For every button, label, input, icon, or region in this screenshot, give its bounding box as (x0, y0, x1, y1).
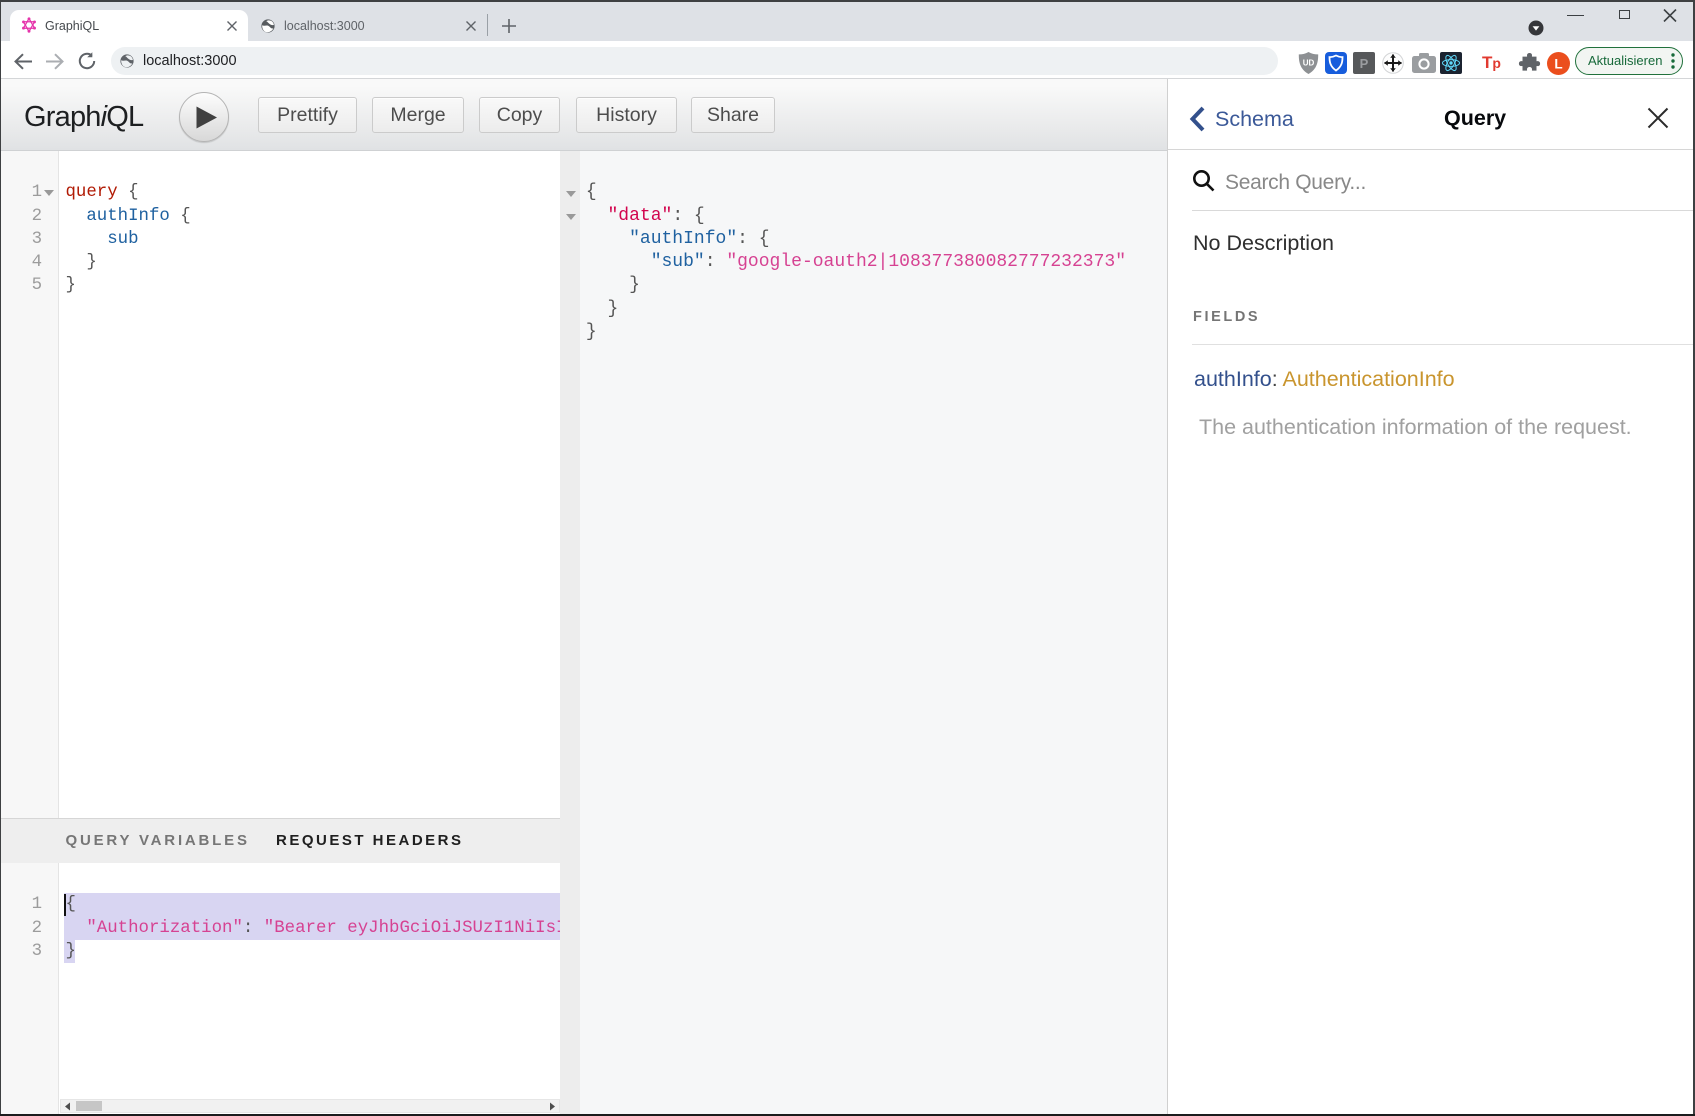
svg-text:L: L (1554, 57, 1562, 72)
svg-text:UD: UD (1303, 59, 1315, 68)
svg-text:P: P (1360, 56, 1369, 71)
